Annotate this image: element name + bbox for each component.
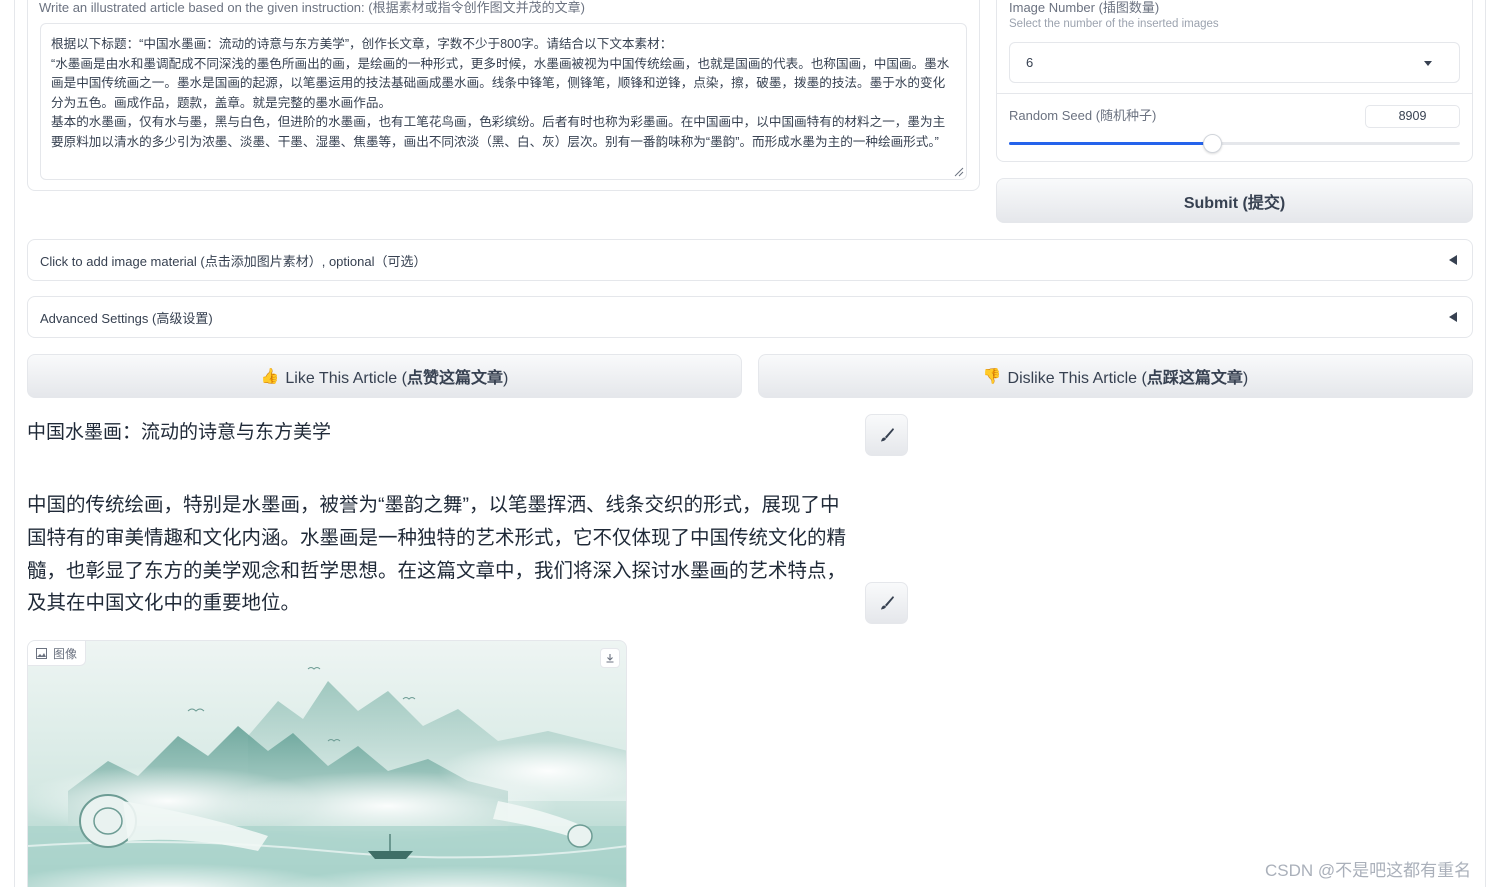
- image-material-accordion[interactable]: Click to add image material (点击添加图片素材）, …: [27, 239, 1473, 281]
- csdn-watermark: CSDN @不是吧这都有重名: [1265, 861, 1472, 880]
- instruction-textarea[interactable]: 根据以下标题：“中国水墨画：流动的诗意与东方美学”，创作长文章，字数不少于800…: [40, 23, 967, 180]
- ink-landscape-illustration: [28, 641, 626, 887]
- instruction-label: Write an illustrated article based on th…: [39, 0, 585, 15]
- caret-left-icon: [1449, 255, 1457, 265]
- random-seed-label: Random Seed (随机种子): [1009, 108, 1157, 123]
- article-title: 中国水墨画：流动的诗意与东方美学: [27, 422, 332, 443]
- resize-grip-icon[interactable]: [953, 166, 964, 177]
- thumbs-up-icon: 👍: [260, 368, 280, 385]
- edit-title-button[interactable]: [865, 414, 908, 456]
- download-icon: [606, 654, 614, 663]
- image-number-dropdown[interactable]: 6: [1009, 42, 1460, 83]
- caret-left-icon: [1449, 312, 1457, 322]
- image-label: 图像: [53, 646, 78, 661]
- image-number-value: 6: [1026, 55, 1034, 70]
- dislike-button[interactable]: 👎 Dislike This Article (点踩这篇文章): [758, 354, 1473, 398]
- like-button[interactable]: 👍 Like This Article (点赞这篇文章): [27, 354, 742, 398]
- download-button[interactable]: [600, 648, 620, 668]
- accordion-label: Advanced Settings (高级设置): [40, 311, 213, 326]
- slider-thumb[interactable]: [1202, 134, 1222, 153]
- random-seed-slider[interactable]: [1009, 134, 1460, 153]
- thumbs-down-icon: 👎: [982, 368, 1002, 385]
- like-label-cn: 点赞这篇文章: [406, 370, 503, 387]
- brush-icon: [880, 596, 894, 610]
- article-image: 图像: [27, 640, 627, 887]
- image-number-hint: Select the number of the inserted images: [1009, 18, 1219, 30]
- like-label: Like This Article (: [285, 370, 407, 387]
- advanced-settings-accordion[interactable]: Advanced Settings (高级设置): [27, 296, 1473, 338]
- dislike-label-cn: 点踩这篇文章: [1146, 370, 1243, 387]
- dislike-label-close: ): [1242, 370, 1249, 387]
- image-icon: [36, 647, 47, 659]
- divider: [996, 93, 1473, 94]
- chevron-down-icon: [1424, 61, 1432, 66]
- dislike-label: Dislike This Article (: [1007, 370, 1147, 387]
- brush-icon: [880, 428, 894, 442]
- random-seed-input[interactable]: 8909: [1365, 105, 1460, 128]
- edit-paragraph-button[interactable]: [865, 582, 908, 624]
- image-label-tag: 图像: [28, 641, 87, 666]
- like-label-close: ): [502, 370, 509, 387]
- article-paragraph: 中国的传统绘画，特别是水墨画，被誉为“墨韵之舞”，以笔墨挥洒、线条交织的形式，展…: [27, 494, 847, 615]
- submit-button[interactable]: Submit (提交): [996, 178, 1473, 223]
- accordion-label: Click to add image material (点击添加图片素材）, …: [40, 254, 427, 269]
- image-number-label: Image Number (插图数量): [1009, 0, 1160, 15]
- slider-fill: [1009, 142, 1212, 145]
